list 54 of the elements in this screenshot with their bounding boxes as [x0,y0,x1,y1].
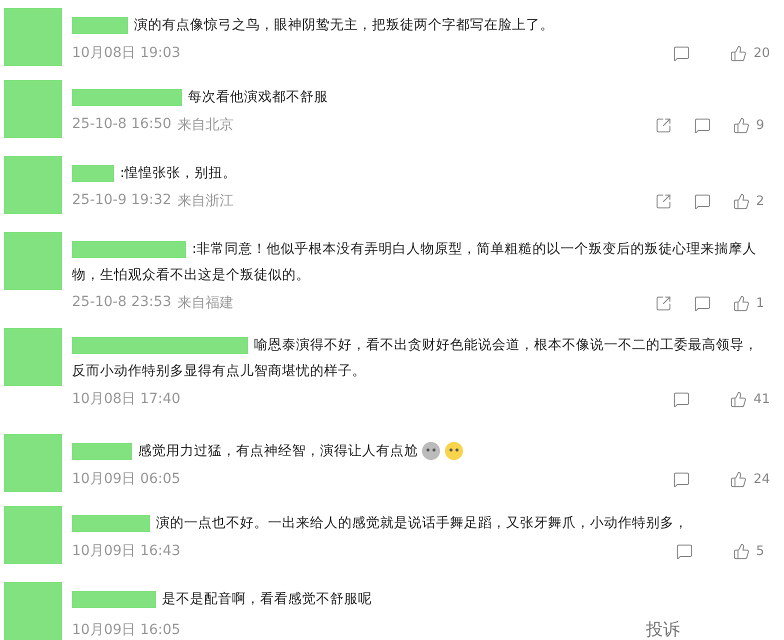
comment-icon[interactable] [676,542,693,560]
like-icon[interactable] [733,116,750,134]
comment-icon[interactable] [694,294,711,312]
like-icon[interactable] [730,44,748,62]
avatar [4,156,62,214]
comment-location: 来自北京 [177,116,234,134]
like-count: 24 [753,472,770,487]
like-count: 9 [756,118,766,133]
avatar [4,328,62,386]
comment-time: 10月09日 06:05 [72,470,180,488]
like-count: 1 [756,296,766,310]
comment-time: 25-10-8 16:50 [72,116,172,134]
comment-text: 每次看他演戏都不舒服 [72,84,328,110]
comment-time: 10月09日 16:43 [72,542,180,560]
avatar [4,434,62,492]
like-icon[interactable] [730,390,748,408]
like-count: 20 [753,46,770,61]
comment-icon[interactable] [694,116,711,134]
like-icon[interactable] [733,542,750,560]
report-link[interactable]: 投诉 [646,618,680,640]
avatar [4,80,62,138]
comment-text: 演的一点也不好。一出来给人的感觉就是说话手舞足蹈，又张牙舞爪，小动作特别多， [72,510,688,536]
comment-text: 演的有点像惊弓之鸟，眼神阴鸷无主，把叛徒两个字都写在脸上了。 [72,12,554,38]
like-count: 2 [756,194,766,209]
emoji-icon [421,441,441,462]
share-icon[interactable] [655,192,672,210]
comment-icon[interactable] [673,390,690,408]
comment-text: :惶惶张张，别扭。 [72,160,237,186]
share-icon[interactable] [655,294,672,312]
like-count: 41 [753,392,770,406]
comment-time: 25-10-9 19:32 [72,192,172,210]
like-icon[interactable] [730,470,748,488]
comment-text: 喻恩泰演得不好，看不出贪财好色能说会道，根本不像说一不二的工委最高领导，反而小动作特别多显得有点儿智商堪忧的样子。 [72,336,759,381]
like-icon[interactable] [733,294,750,312]
comment-time: 25-10-8 23:53 [72,294,172,312]
comment-location: 来自浙江 [177,192,234,210]
comment-text: 是不是配音啊，看看感觉不舒服呢 [72,586,372,612]
avatar [4,232,62,290]
share-icon[interactable] [655,116,672,134]
emoji-icon [444,441,464,462]
comment-text: :非常同意！他似乎根本没有弄明白人物原型，简单粗糙的以一个叛变后的叛徒心理来揣摩人物，生怕观众看不出这是个叛徒似的。 [72,240,758,285]
comment-icon[interactable] [673,470,690,488]
like-icon[interactable] [733,192,750,210]
avatar [4,8,62,66]
comment-time: 10月09日 16:05 [72,620,180,639]
comment-icon[interactable] [694,192,711,210]
comment-icon[interactable] [673,44,690,62]
like-count: 5 [756,544,766,559]
avatar [4,582,62,640]
comment-location: 来自福建 [177,294,234,312]
comment-time: 10月08日 19:03 [72,44,180,62]
comment-text: 感觉用力过猛，有点神经智，演得让人有点尬 [72,438,418,464]
avatar [4,506,62,564]
comment-time: 10月08日 17:40 [72,390,180,408]
